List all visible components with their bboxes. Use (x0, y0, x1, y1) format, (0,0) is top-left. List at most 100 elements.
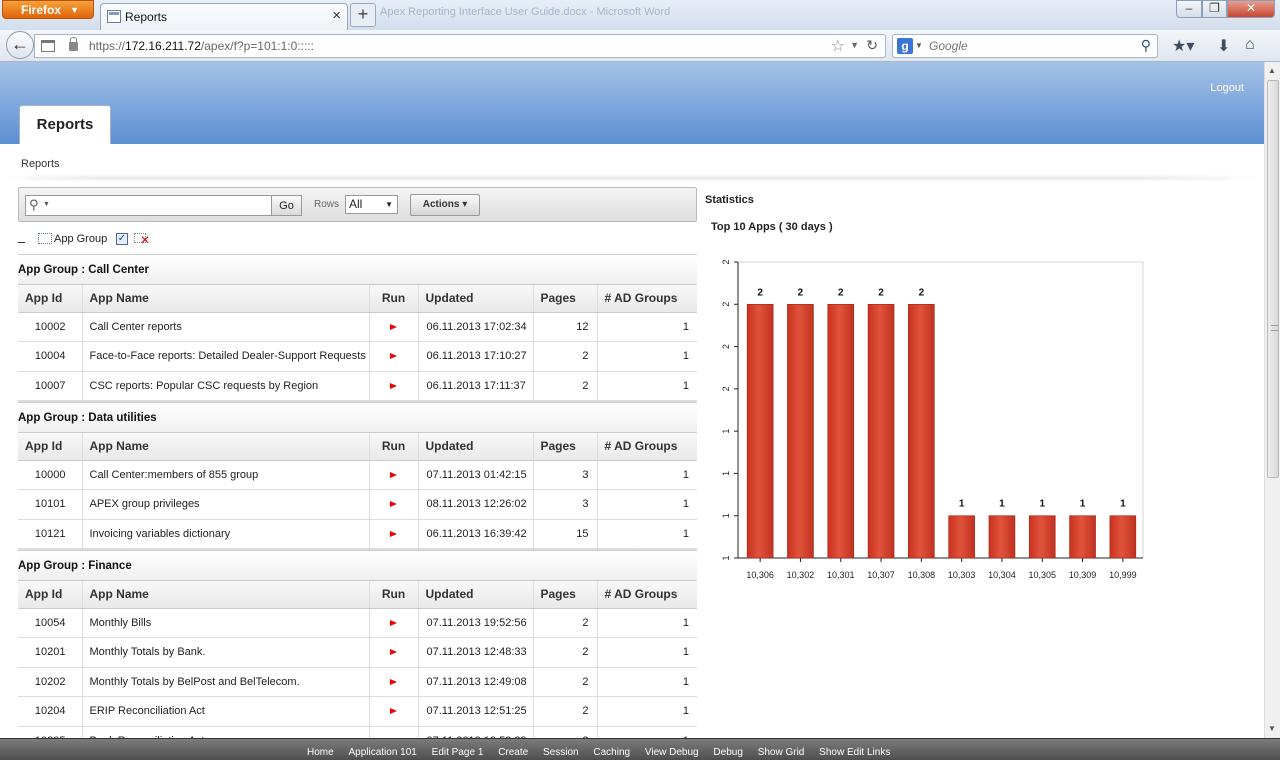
tab-reports[interactable]: Reports (19, 105, 111, 144)
bar[interactable] (1028, 515, 1056, 559)
browser-tab-reports[interactable]: Reports × (100, 3, 348, 30)
dev-link[interactable]: Home (307, 747, 334, 758)
col-pages-header[interactable]: Pages (533, 581, 598, 609)
breadcrumb[interactable]: Reports (21, 158, 60, 170)
collapse-toggle-icon[interactable] (18, 242, 25, 243)
col-updated-header[interactable]: Updated (418, 285, 534, 313)
bar[interactable] (988, 515, 1016, 559)
filter-enable-checkbox[interactable]: ✓ (116, 233, 128, 245)
scroll-up-icon[interactable]: ▲ (1268, 66, 1276, 75)
dev-link[interactable]: Create (498, 747, 528, 758)
col-app-name-cell: Bank Reconciliation Act (82, 726, 370, 738)
bar[interactable] (827, 303, 855, 559)
bar[interactable] (1109, 515, 1137, 559)
bookmark-star-icon[interactable]: ☆ (831, 36, 845, 56)
run-triangle-icon[interactable] (390, 708, 397, 715)
engine-dropdown-icon[interactable]: ▼ (915, 41, 923, 50)
run-triangle-icon[interactable] (390, 649, 397, 656)
filter-label[interactable]: App Group (54, 233, 107, 245)
run-triangle-icon[interactable] (390, 619, 397, 626)
run-triangle-icon[interactable] (390, 382, 397, 389)
lock-icon[interactable] (69, 37, 78, 51)
x-tick-label: 10,306 (746, 570, 774, 580)
dev-link[interactable]: View Debug (645, 747, 699, 758)
bookmarks-menu-icon[interactable]: ★▾ (1172, 36, 1194, 56)
library-icon[interactable] (41, 40, 55, 52)
data-label: 1 (1120, 499, 1126, 510)
dev-link[interactable]: Edit Page 1 (432, 747, 484, 758)
col-pages-cell: 12 (533, 312, 598, 342)
col-app-id-cell: 10002 (18, 312, 83, 342)
scrollbar-thumb[interactable] (1267, 80, 1279, 478)
minimize-button[interactable]: – (1176, 0, 1202, 18)
col-updated-header[interactable]: Updated (418, 581, 534, 609)
rows-select[interactable]: All ▼ (345, 195, 398, 214)
col-app-id-header[interactable]: App Id (18, 581, 83, 609)
col-pages-header[interactable]: Pages (533, 433, 598, 461)
actions-label: Actions (422, 199, 460, 210)
home-icon[interactable]: ⌂ (1245, 36, 1255, 54)
web-search-input[interactable] (929, 38, 1129, 54)
window-close-button[interactable]: ✕ (1227, 0, 1275, 18)
col-ad-groups-header[interactable]: # AD Groups (597, 433, 697, 461)
dev-link[interactable]: Caching (593, 747, 630, 758)
report-search-field[interactable]: ⚲ ▼ (25, 195, 272, 216)
y-tick-label: 2 (721, 386, 731, 391)
actions-menu-button[interactable]: Actions ▾ (410, 194, 480, 216)
google-engine-icon[interactable]: g (897, 38, 913, 54)
scroll-down-icon[interactable]: ▼ (1268, 724, 1276, 733)
url-bar[interactable]: https://172.16.211.72/apex/f?p=101:1:0::… (34, 34, 886, 58)
col-app-name-header[interactable]: App Name (82, 433, 370, 461)
search-icon[interactable]: ⚲ (29, 197, 39, 213)
close-icon[interactable]: × (332, 7, 341, 24)
col-ad-groups-header[interactable]: # AD Groups (597, 581, 697, 609)
col-app-id-header[interactable]: App Id (18, 433, 83, 461)
column-dropdown-icon[interactable]: ▼ (43, 201, 50, 208)
col-pages-header[interactable]: Pages (533, 285, 598, 313)
dev-link[interactable]: Show Grid (758, 747, 805, 758)
bar[interactable] (746, 303, 774, 559)
downloads-icon[interactable]: ⬇ (1217, 36, 1230, 56)
col-run-header[interactable]: Run (369, 581, 419, 609)
remove-filter-button[interactable]: ✕ (134, 232, 150, 247)
history-dropdown-icon[interactable]: ▼ (850, 40, 859, 50)
run-triangle-icon[interactable] (390, 501, 397, 508)
maximize-button[interactable]: ❐ (1202, 0, 1227, 18)
col-app-name-header[interactable]: App Name (82, 581, 370, 609)
dev-link[interactable]: Show Edit Links (819, 747, 890, 758)
col-app-id-header[interactable]: App Id (18, 285, 83, 313)
url-text[interactable]: https://172.16.211.72/apex/f?p=101:1:0::… (89, 39, 314, 53)
col-run-header[interactable]: Run (369, 285, 419, 313)
col-updated-header[interactable]: Updated (418, 433, 534, 461)
go-button[interactable]: Go (271, 195, 302, 216)
web-search-box[interactable]: g ▼ ⚲ (892, 34, 1158, 58)
run-triangle-icon[interactable] (390, 678, 397, 685)
report-region: App Group : Call Center App Id App Name Run… (18, 254, 697, 738)
table-row: 10004 Face-to-Face reports: Detailed Deal… (18, 341, 697, 372)
run-triangle-icon[interactable] (390, 323, 397, 330)
page-scrollbar[interactable]: ▲ ▼ (1264, 62, 1280, 738)
dev-link[interactable]: Session (543, 747, 579, 758)
back-button[interactable]: ← (6, 31, 34, 59)
run-triangle-icon[interactable] (390, 353, 397, 360)
bar[interactable] (1069, 515, 1096, 559)
run-triangle-icon[interactable] (390, 530, 397, 537)
col-app-id-cell: 10054 (18, 608, 83, 638)
firefox-menu-button[interactable]: Firefox ▼ (2, 0, 94, 19)
col-ad-groups-header[interactable]: # AD Groups (597, 285, 697, 313)
breadcrumb-divider (0, 176, 1264, 180)
bar[interactable] (867, 303, 895, 559)
data-label: 1 (1039, 499, 1045, 510)
col-app-name-header[interactable]: App Name (82, 285, 370, 313)
col-run-header[interactable]: Run (369, 433, 419, 461)
run-triangle-icon[interactable] (390, 471, 397, 478)
logout-link[interactable]: Logout (1210, 82, 1244, 94)
dev-link[interactable]: Application 101 (348, 747, 416, 758)
bar[interactable] (948, 515, 975, 559)
bar[interactable] (908, 303, 935, 559)
new-tab-button[interactable]: + (350, 3, 376, 27)
bar[interactable] (787, 303, 814, 559)
search-icon[interactable]: ⚲ (1141, 37, 1151, 54)
reload-icon[interactable]: ↻ (866, 37, 878, 54)
dev-link[interactable]: Debug (713, 747, 742, 758)
